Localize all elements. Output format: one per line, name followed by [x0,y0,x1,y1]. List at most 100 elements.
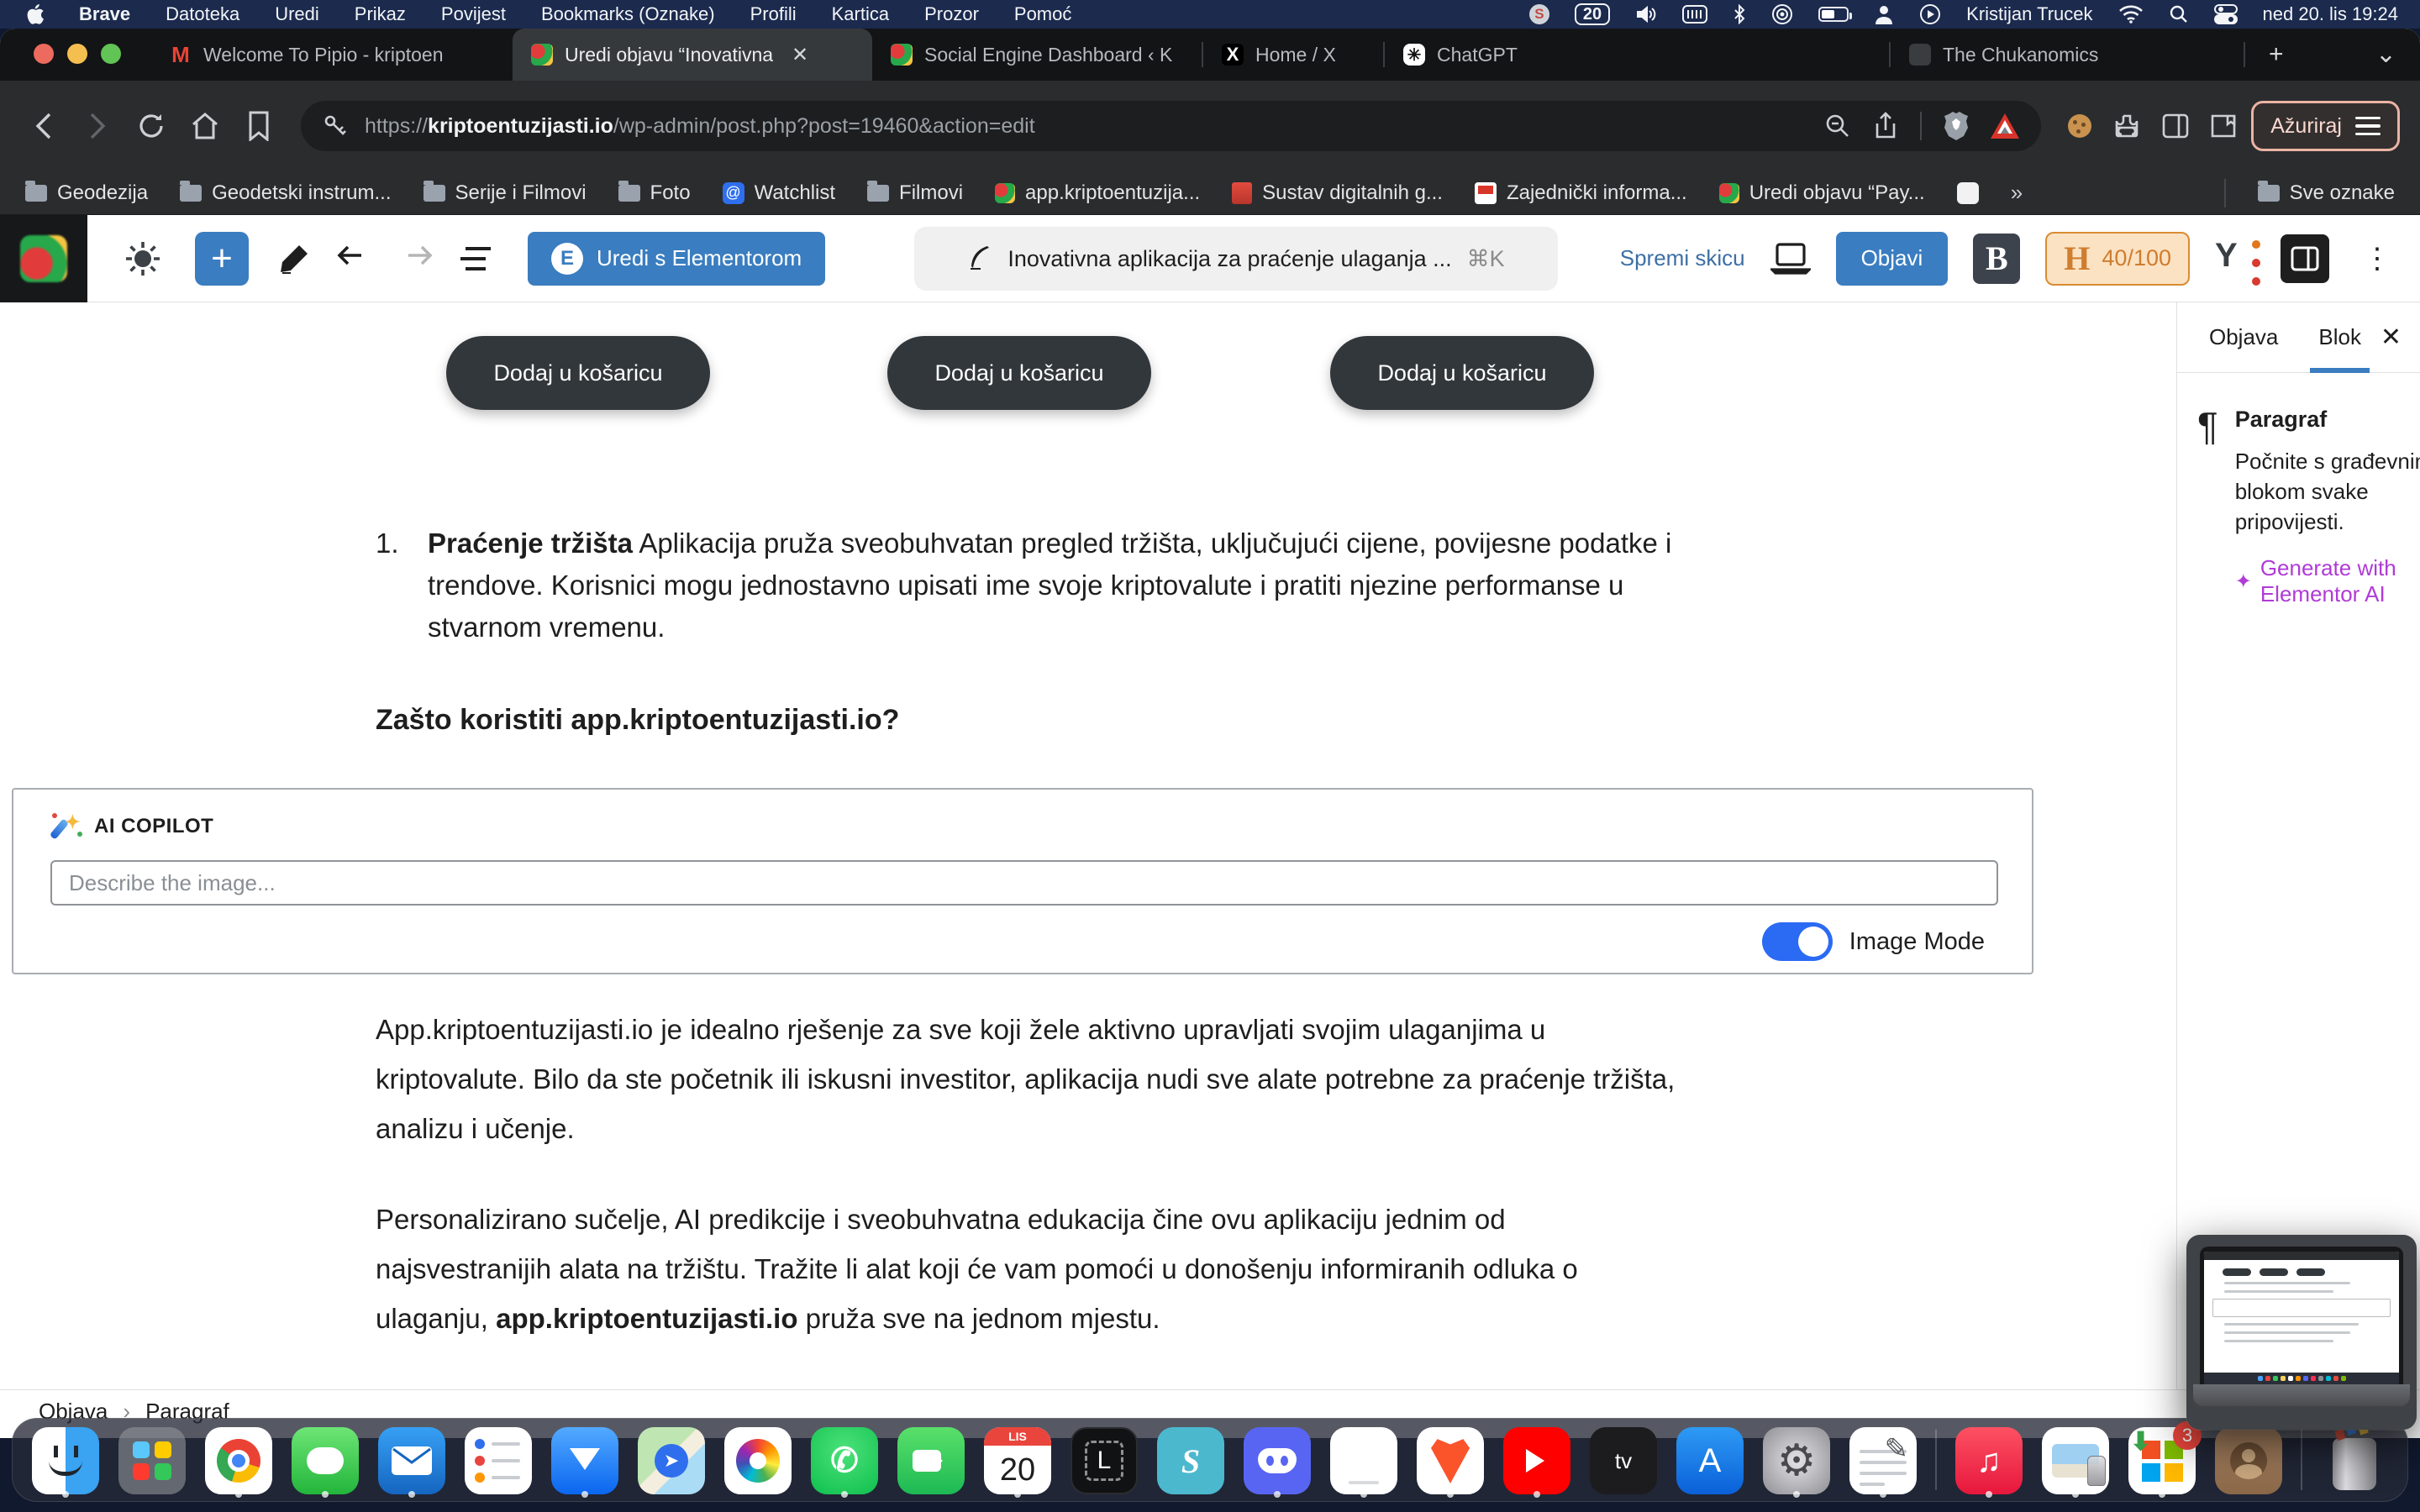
section-heading[interactable]: Zašto koristiti app.kriptoentuzijasti.io… [376,704,899,737]
dock-music-icon[interactable]: ♫ [1954,1421,2023,1499]
bat-rewards-icon[interactable] [1991,113,2019,139]
share-icon[interactable] [1873,112,1898,140]
yoast-seo-icon[interactable]: Y [2215,237,2255,281]
menu-uredi[interactable]: Uredi [275,3,319,25]
bookmark-zajednicki[interactable]: Zajednički informa... [1475,181,1687,205]
betterdocs-icon[interactable]: B [1973,234,2020,284]
list-view-button[interactable] [445,228,506,289]
menubar-clock[interactable]: ned 20. lis 19:24 [2263,3,2398,25]
bookmark-page-icon[interactable] [235,102,282,150]
dock-photos-icon[interactable] [723,1421,792,1499]
dock-app-store-icon[interactable]: A [1676,1421,1744,1499]
settings-panel-toggle[interactable] [2281,234,2329,283]
dock-finder-icon[interactable] [31,1421,100,1499]
add-to-cart-button[interactable]: Dodaj u košaricu [1330,336,1594,410]
add-to-cart-button[interactable]: Dodaj u košaricu [446,336,710,410]
sidebar-toggle-icon[interactable] [2162,113,2189,139]
generate-elementor-ai-link[interactable]: ✦ Generate with Elementor AI [2235,555,2420,607]
reading-list-icon[interactable] [2211,113,2236,139]
tab-close-icon[interactable]: ✕ [792,43,808,67]
dock-trash-icon[interactable] [2320,1421,2389,1499]
bookmark-app-icon-only[interactable] [1957,182,1979,204]
home-button[interactable] [182,102,229,150]
wifi-icon[interactable] [2118,3,2144,25]
reload-button[interactable] [128,102,175,150]
minimize-window-button[interactable] [67,44,87,64]
options-kebab-menu[interactable]: ⋮ [2354,242,2400,276]
bookmark-serije-filmovi[interactable]: Serije i Filmovi [424,181,587,205]
back-button[interactable] [20,102,67,150]
zoom-out-icon[interactable] [1824,113,1851,139]
dock-youtube-icon[interactable] [1502,1421,1571,1499]
seo-score-badge[interactable]: H 40/100 [2045,232,2190,286]
bluetooth-icon[interactable] [1733,3,1746,25]
menu-pomoc[interactable]: Pomoć [1014,3,1071,25]
apple-menu-icon[interactable] [27,4,44,24]
menu-app-name[interactable]: Brave [79,3,130,25]
dock-chrome-icon[interactable] [204,1421,273,1499]
paragraph-block[interactable]: App.kriptoentuzijasti.io je idealno rješ… [376,1005,1686,1153]
site-logo[interactable] [0,215,87,302]
tab-search-dropdown[interactable]: ⌄ [2352,39,2420,81]
image-mode-toggle[interactable] [1762,922,1833,961]
brave-update-button[interactable]: Ažuriraj [2251,101,2400,152]
dock-spark-mail-icon[interactable] [550,1421,619,1499]
zoom-window-button[interactable] [101,44,121,64]
preview-laptop-icon[interactable] [1770,243,1811,275]
menubar-username[interactable]: Kristijan Trucek [1966,3,2092,25]
dock-mail-icon[interactable] [377,1421,446,1499]
spotlight-search-icon[interactable] [2169,3,2189,25]
tab-home-x[interactable]: X Home / X [1203,29,1383,81]
dark-mode-sun-icon[interactable] [113,228,173,289]
bookmark-uredi-pay[interactable]: Uredi objavu “Pay... [1719,181,1925,205]
copilot-prompt-input[interactable] [50,860,1998,906]
dock-reminders-icon[interactable] [464,1421,533,1499]
dock-surfshark-icon[interactable]: S [1156,1421,1225,1499]
browser-menu-icon[interactable] [2355,112,2381,141]
dock-apple-tv-icon[interactable]: tv [1589,1421,1658,1499]
undo-button[interactable] [324,228,385,289]
menu-profili[interactable]: Profili [750,3,797,25]
cookie-extension-icon[interactable] [2068,114,2091,138]
tab-chukanomics[interactable]: The Chukanomics [1891,29,2244,81]
dock-facetime-icon[interactable] [897,1421,965,1499]
close-window-button[interactable] [34,44,54,64]
dock-contacts-folder-icon[interactable] [2214,1421,2283,1499]
all-bookmarks[interactable]: Sve oznake [2258,181,2395,205]
add-to-cart-button[interactable]: Dodaj u košaricu [887,336,1151,410]
dock-discord-icon[interactable] [1243,1421,1312,1499]
brave-shields-lion-icon[interactable] [1944,112,1969,140]
publish-button[interactable]: Objavi [1836,232,1949,286]
dock-messages-icon[interactable] [291,1421,360,1499]
menu-povijest[interactable]: Povijest [441,3,506,25]
now-playing-icon[interactable] [1919,3,1941,25]
status-s-app-icon[interactable]: S [1529,4,1549,24]
ordered-list-item[interactable]: 1. Praćenje tržišta Aplikacija pruža sve… [376,522,1686,648]
new-tab-button[interactable]: + [2245,40,2307,81]
site-permissions-key-icon[interactable] [323,113,348,139]
keyboard-icon[interactable] [1682,3,1707,25]
sidebar-tab-blok[interactable]: Blok [2310,302,2370,373]
bookmark-geodezija[interactable]: Geodezija [25,181,148,205]
bookmark-filmovi[interactable]: Filmovi [867,181,963,205]
dock-whatsapp-icon[interactable]: ✆ [810,1421,879,1499]
redo-button[interactable] [385,228,445,289]
fast-user-switch-icon[interactable] [1874,3,1894,25]
dock-settings-icon[interactable]: ⚙ [1762,1421,1831,1499]
tab-chatgpt[interactable]: ✳ ChatGPT [1385,29,1889,81]
url-text[interactable]: https://kriptoentuzijasti.io/wp-admin/po… [365,114,1824,139]
forward-button[interactable] [74,102,121,150]
extensions-puzzle-icon[interactable] [2113,113,2140,139]
bookmark-foto[interactable]: Foto [618,181,691,205]
sidebar-close-button[interactable]: ✕ [2381,323,2402,352]
dock-calendar-icon[interactable]: LIS20 [983,1421,1052,1499]
menu-prozor[interactable]: Prozor [924,3,979,25]
bookmark-geodetski[interactable]: Geodetski instrum... [180,181,391,205]
battery-icon[interactable] [1818,7,1849,22]
menu-kartica[interactable]: Kartica [832,3,889,25]
tools-pencil-icon[interactable] [264,228,324,289]
tab-welcome-pipio[interactable]: M Welcome To Pipio - kriptoen [151,29,513,81]
menu-prikaz[interactable]: Prikaz [355,3,406,25]
dock-maps-icon[interactable]: ➤ [637,1421,706,1499]
dock-photo-folder-icon[interactable] [2041,1421,2110,1499]
